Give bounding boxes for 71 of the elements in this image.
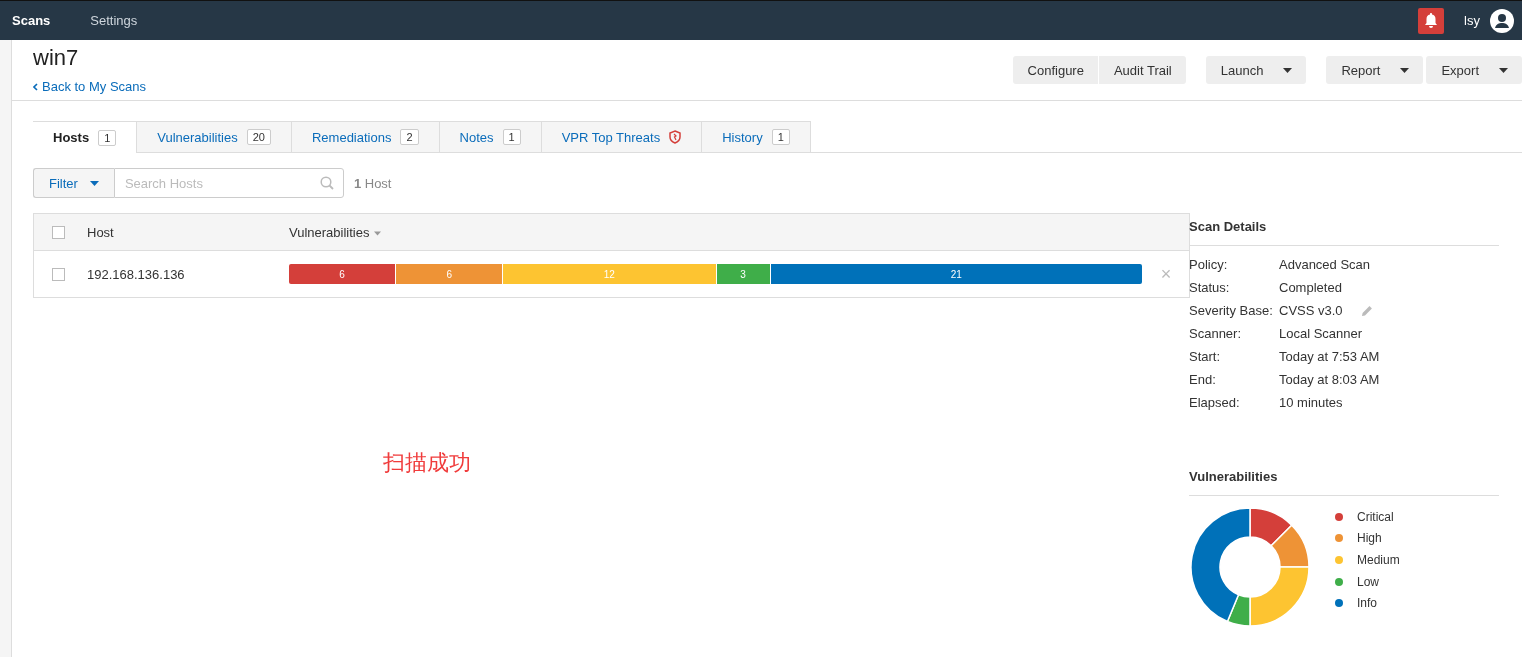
legend-label: High xyxy=(1357,531,1382,546)
annotation-text: 扫描成功 xyxy=(383,449,472,477)
sort-icon xyxy=(374,230,382,236)
back-link[interactable]: Back to My Scans xyxy=(33,79,147,94)
checkbox[interactable] xyxy=(52,225,65,239)
search-field[interactable]: Search Hosts xyxy=(113,168,344,198)
detail-label: End: xyxy=(1189,372,1217,387)
tab-label: Hosts xyxy=(53,130,90,145)
avatar-icon[interactable] xyxy=(1490,8,1514,33)
action-button[interactable]: Configure xyxy=(1012,56,1098,84)
column-header[interactable]: Host xyxy=(87,224,114,240)
severity-segment[interactable]: 21 xyxy=(770,264,1142,284)
filter-button[interactable]: Filter xyxy=(33,168,114,198)
detail-label: Scanner: xyxy=(1189,326,1243,341)
count-badge: 1 xyxy=(502,129,521,145)
count-badge: 2 xyxy=(400,129,419,145)
donut-slice[interactable] xyxy=(1226,593,1251,627)
donut-slice[interactable] xyxy=(1249,507,1293,547)
detail-value: Today at 7:53 AM xyxy=(1279,349,1380,364)
section-title: Scan Details xyxy=(1189,209,1499,246)
legend-label: Low xyxy=(1357,574,1379,589)
detail-value: Advanced Scan xyxy=(1279,257,1371,272)
tab[interactable]: VPR Top Threats xyxy=(541,121,703,152)
dropdown-button[interactable]: Launch xyxy=(1205,56,1307,84)
host-address[interactable]: 192.168.136.136 xyxy=(87,266,185,282)
severity-segment[interactable]: 6 xyxy=(289,264,396,284)
detail-value: Completed xyxy=(1279,280,1342,295)
count-badge: 1 xyxy=(98,129,117,146)
count-badge: 1 xyxy=(771,129,790,145)
detail-label: Policy: xyxy=(1189,257,1229,272)
detail-value: 10 minutes xyxy=(1279,395,1343,410)
tab[interactable]: Vulnerabilities 20 xyxy=(137,121,292,152)
checkbox[interactable] xyxy=(52,267,65,281)
detail-label: Elapsed: xyxy=(1189,395,1241,410)
search-icon xyxy=(319,176,334,190)
shield-icon xyxy=(669,130,682,144)
dropdown-button[interactable]: Export xyxy=(1426,56,1522,84)
tab[interactable]: Hosts 1 xyxy=(33,121,138,153)
tab-label: History xyxy=(722,129,763,145)
legend-label: Info xyxy=(1357,596,1377,611)
chevron-left-icon xyxy=(33,82,38,91)
donut-slice[interactable] xyxy=(1270,524,1310,568)
donut-slice[interactable] xyxy=(1190,507,1251,623)
detail-label: Severity Base: xyxy=(1189,303,1274,318)
tab-label: Vulnerabilities xyxy=(157,129,238,145)
tab[interactable]: Notes 1 xyxy=(439,121,542,152)
detail-value: Today at 8:03 AM xyxy=(1279,372,1380,387)
section-title: Vulnerabilities xyxy=(1189,459,1499,496)
bell-icon xyxy=(1424,13,1439,28)
detail-label: Start: xyxy=(1189,349,1222,364)
legend-label: Critical xyxy=(1357,509,1394,524)
tab-label: Remediations xyxy=(311,129,392,145)
tab[interactable]: Remediations 2 xyxy=(291,121,440,152)
detail-label: Status: xyxy=(1189,280,1231,295)
caret-icon xyxy=(89,180,99,186)
nav-link[interactable]: Settings xyxy=(90,13,138,28)
dropdown-button[interactable]: Report xyxy=(1326,56,1424,84)
tab[interactable]: History 1 xyxy=(702,121,811,152)
notification-button[interactable] xyxy=(1418,7,1445,34)
action-button[interactable]: Audit Trail xyxy=(1098,56,1186,84)
column-header[interactable]: Vulnerabilities xyxy=(289,224,370,240)
detail-value: CVSS v3.0 xyxy=(1279,303,1343,318)
legend-label: Medium xyxy=(1357,553,1400,567)
count-badge: 20 xyxy=(246,129,271,145)
nav-link[interactable]: Scans xyxy=(12,13,51,28)
host-count: 1 Host xyxy=(353,175,392,191)
user-name[interactable]: lsy xyxy=(1464,13,1480,28)
tab-label: VPR Top Threats xyxy=(561,129,661,145)
scan-title: win7 xyxy=(33,46,80,70)
detail-value: Local Scanner xyxy=(1279,326,1363,341)
tab-label: Notes xyxy=(459,129,494,145)
